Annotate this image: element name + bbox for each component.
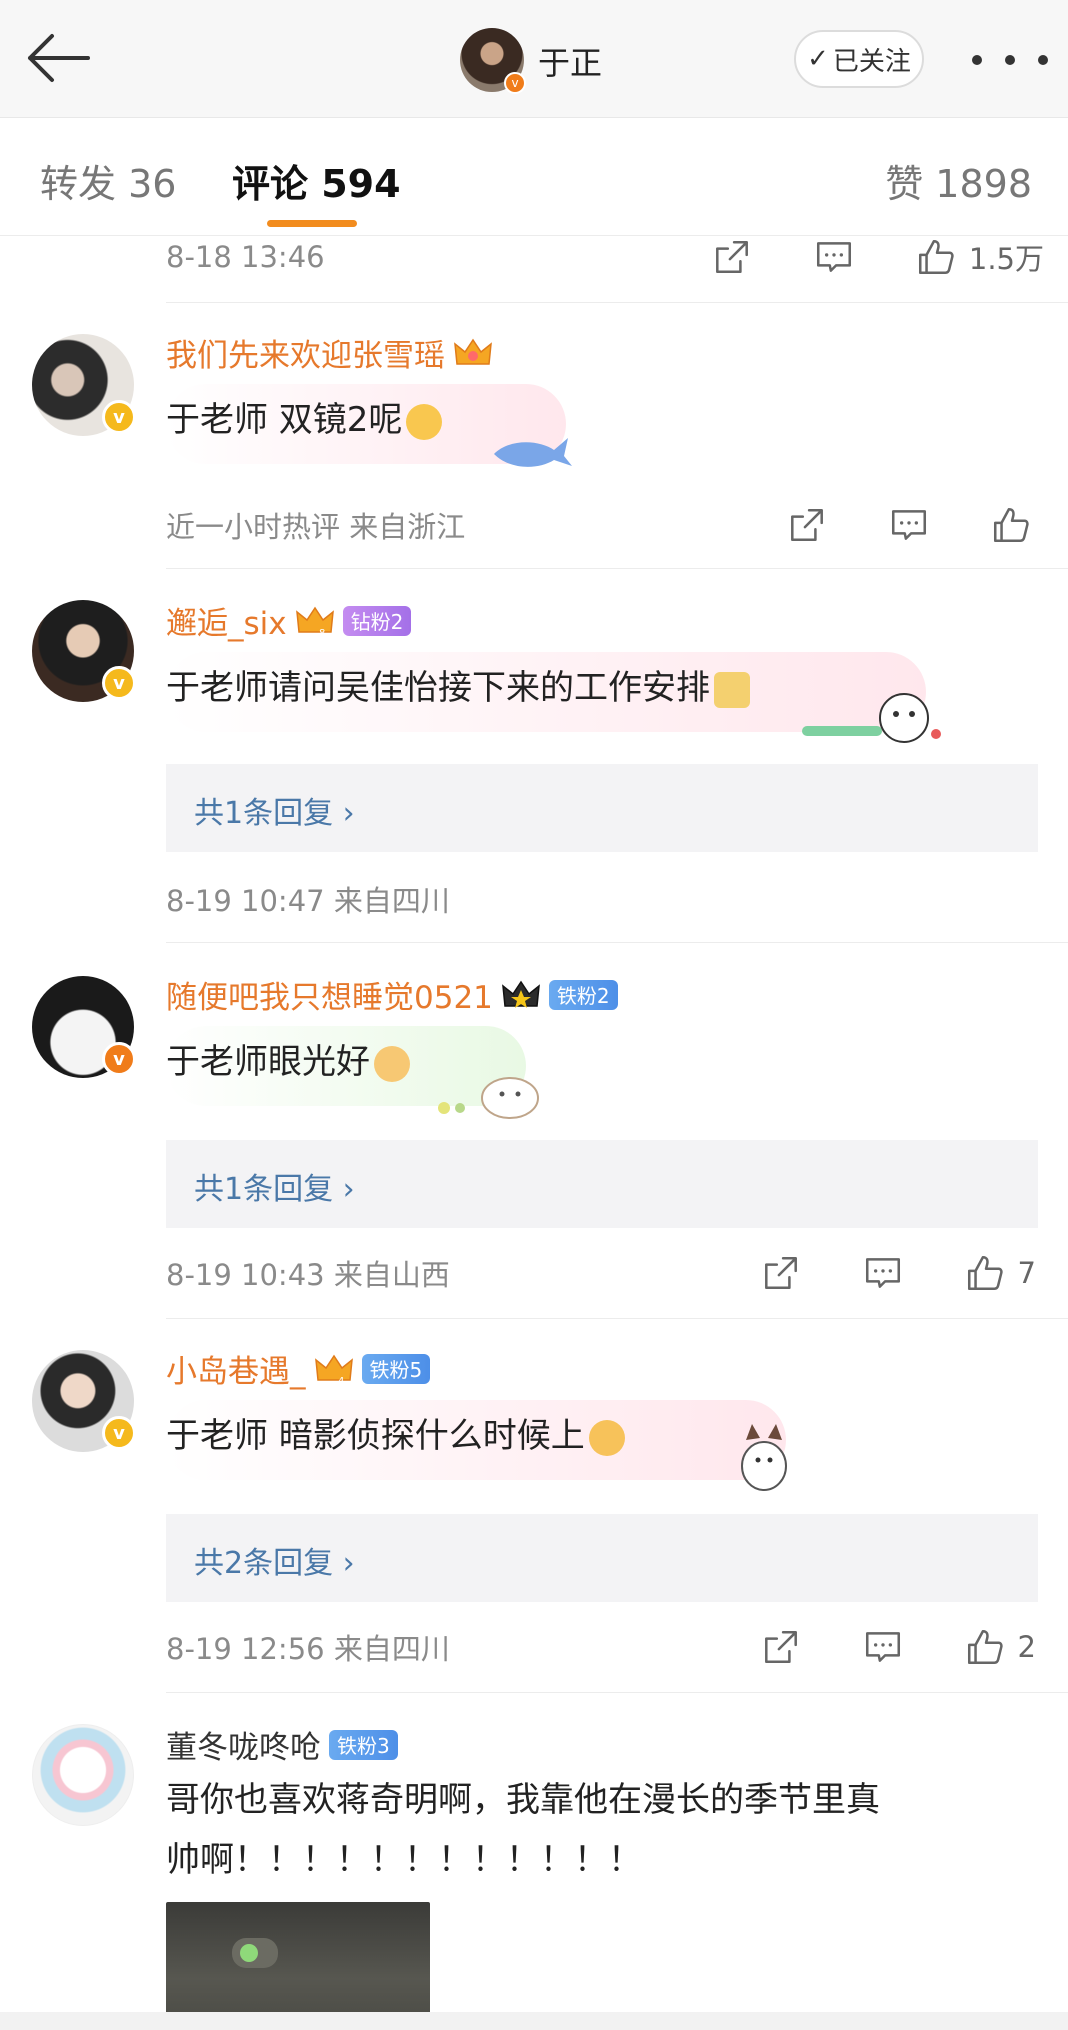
panda-sticker-icon	[802, 693, 941, 743]
author-avatar[interactable]: v	[460, 28, 526, 94]
comment-meta: 8-19 10:43 来自山西 7	[166, 1248, 1036, 1298]
svg-text:8: 8	[319, 628, 325, 638]
tab-active-indicator	[267, 220, 357, 227]
reply-count-link[interactable]: 共2条回复 ›	[166, 1514, 1038, 1602]
like-count: 2	[1017, 1630, 1036, 1664]
avatar[interactable]: v	[32, 600, 136, 702]
comment-icon[interactable]	[858, 1622, 908, 1672]
username-text: 我们先来欢迎张雪瑶	[166, 338, 445, 374]
avatar[interactable]: v	[32, 334, 136, 436]
image-content	[240, 1944, 258, 1962]
username-text: 邂逅_six	[166, 606, 287, 642]
share-icon[interactable]	[756, 1622, 806, 1672]
verified-icon: v	[504, 72, 526, 94]
divider	[166, 1318, 1068, 1319]
username-text: 随便吧我只想睡觉0521	[166, 980, 493, 1016]
comment-image[interactable]	[166, 1902, 430, 2030]
comment-text: 于老师请问吴佳怡接下来的工作安排	[166, 658, 750, 718]
tab-comment[interactable]: 评论 594	[232, 153, 401, 208]
verified-icon: v	[102, 666, 136, 700]
comment-text: 于老师 双镜2呢	[166, 390, 443, 450]
comment-text-line: 哥你也喜欢蒋奇明啊，我靠他在漫长的季节里真	[166, 1780, 880, 1820]
follow-label: 已关注	[832, 46, 911, 77]
comment-username[interactable]: 我们先来欢迎张雪瑶	[166, 330, 493, 375]
divider	[166, 302, 1068, 303]
sheep-sticker-icon	[438, 1077, 539, 1119]
username-text: 董冬咙咚呛	[166, 1730, 321, 1766]
like-icon[interactable]	[960, 1248, 1010, 1298]
crown-icon: 4	[314, 1354, 353, 1386]
comment-username[interactable]: 董冬咙咚呛 铁粉3	[166, 1722, 398, 1767]
comment-time-location: 近一小时热评 来自浙江	[166, 510, 466, 544]
crown-icon	[454, 338, 492, 365]
fan-level-badge: 铁粉2	[548, 979, 618, 1010]
emoji-icon	[374, 1045, 410, 1082]
tab-bar: 转发 36 评论 594 赞 1898	[0, 118, 1068, 236]
comment-icon[interactable]	[858, 1248, 908, 1298]
comment-text: 于老师 暗影侦探什么时候上	[166, 1406, 625, 1466]
reply-count-text: 共1条回复 ›	[194, 796, 355, 831]
emoji-icon	[588, 1419, 625, 1456]
like-icon[interactable]	[911, 232, 961, 282]
bottom-strip	[0, 2012, 1068, 2030]
comment-time-location: 8-19 10:43 来自山西	[166, 1258, 450, 1292]
avatar[interactable]: v	[32, 1350, 136, 1452]
emoji-icon	[714, 671, 750, 708]
comment-text-line: 帅啊！！！！！！！！！！！！	[166, 1840, 642, 1880]
reply-count-text: 共1条回复 ›	[194, 1172, 355, 1207]
emoji-icon	[406, 403, 443, 440]
comment-time-location: 8-19 12:56 来自四川	[166, 1632, 450, 1666]
top-bar: v 于正 ✓ 已关注	[0, 0, 1068, 118]
like-count: 1.5万	[968, 242, 1044, 276]
username-text: 小岛巷遇_	[166, 1354, 306, 1390]
whale-sticker-icon	[494, 438, 572, 467]
comment-time-location: 8-19 10:47 来自四川	[166, 884, 450, 918]
author-name[interactable]: 于正	[538, 38, 602, 84]
cat-sticker-icon	[741, 1424, 787, 1491]
fan-level-badge: 钻粉2	[342, 605, 412, 636]
crown-icon	[501, 980, 540, 1008]
tab-repost[interactable]: 转发 36	[40, 153, 176, 208]
avatar[interactable]: v	[32, 976, 136, 1078]
fan-level-badge: 铁粉3	[329, 1729, 398, 1760]
reply-count-text: 共2条回复 ›	[194, 1546, 355, 1581]
like-icon[interactable]	[960, 1622, 1010, 1672]
comment-username[interactable]: 小岛巷遇_ 4 铁粉5	[166, 1346, 431, 1391]
verified-icon: v	[102, 1042, 136, 1076]
divider	[166, 1692, 1068, 1693]
comment-icon[interactable]	[809, 232, 859, 282]
share-icon[interactable]	[782, 500, 832, 550]
comment-username[interactable]: 随便吧我只想睡觉0521 铁粉2	[166, 972, 618, 1017]
like-icon[interactable]	[986, 500, 1036, 550]
follow-button[interactable]: ✓ 已关注	[794, 30, 924, 88]
comment-meta: 8-19 12:56 来自四川 2	[166, 1622, 1036, 1672]
comment-time: 8-18 13:46	[166, 240, 325, 274]
svg-text:4: 4	[338, 1376, 344, 1386]
comment-icon[interactable]	[884, 500, 934, 550]
back-arrow-icon[interactable]	[22, 28, 92, 88]
reply-count-link[interactable]: 共1条回复 ›	[166, 764, 1038, 852]
crown-icon: 8	[295, 606, 334, 638]
divider	[166, 942, 1068, 943]
comment-username[interactable]: 邂逅_six 8 钻粉2	[166, 598, 412, 643]
share-icon[interactable]	[707, 232, 757, 282]
check-icon: ✓	[807, 44, 829, 74]
avatar[interactable]	[32, 1724, 134, 1826]
comment-text: 哥你也喜欢蒋奇明啊，我靠他在漫长的季节里真 帅啊！！！！！！！！！！！！	[166, 1770, 880, 1890]
reply-count-link[interactable]: 共1条回复 ›	[166, 1140, 1038, 1228]
fan-level-badge: 铁粉5	[361, 1353, 431, 1384]
top-item-meta: 8-18 13:46 1.5万	[166, 232, 1044, 282]
divider	[166, 568, 1068, 569]
verified-icon: v	[102, 1416, 136, 1450]
comment-text: 于老师眼光好	[166, 1032, 410, 1092]
more-icon[interactable]	[972, 40, 1048, 80]
comment-meta: 近一小时热评 来自浙江	[166, 500, 1036, 550]
share-icon[interactable]	[756, 1248, 806, 1298]
verified-icon: v	[102, 400, 136, 434]
tab-like[interactable]: 赞 1898	[885, 153, 1032, 208]
like-count: 7	[1017, 1256, 1036, 1290]
comment-meta: 8-19 10:47 来自四川	[166, 874, 1036, 924]
